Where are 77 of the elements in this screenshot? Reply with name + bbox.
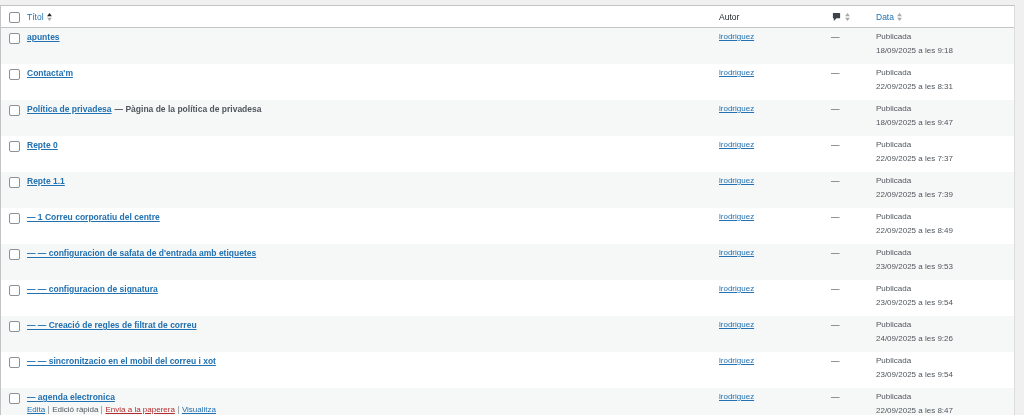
post-date: 24/09/2025 a les 9:26 bbox=[876, 334, 953, 343]
post-status: Publicada bbox=[876, 320, 912, 329]
row-checkbox[interactable] bbox=[8, 393, 20, 404]
author-link[interactable]: lrodriguez bbox=[719, 392, 755, 401]
author-link[interactable]: lrodriguez bbox=[719, 284, 755, 293]
post-title-link[interactable]: — — Creació de regles de filtrat de correu bbox=[27, 320, 197, 330]
post-date: 22/09/2025 a les 8:47 bbox=[876, 406, 953, 415]
row-checkbox[interactable] bbox=[8, 69, 20, 80]
column-header-link[interactable]: Títol bbox=[27, 11, 44, 22]
post-date: 22/09/2025 a les 8:31 bbox=[876, 82, 953, 91]
author-link[interactable]: lrodriguez bbox=[719, 356, 755, 365]
post-status: Publicada bbox=[876, 212, 912, 221]
author-link[interactable]: lrodriguez bbox=[719, 140, 755, 149]
post-status: Publicada bbox=[876, 248, 912, 257]
row-checkbox[interactable] bbox=[8, 33, 20, 44]
column-header: Autor bbox=[719, 11, 740, 22]
comment-count: — bbox=[831, 320, 840, 330]
post-status: Publicada bbox=[876, 68, 912, 77]
post-status: Publicada bbox=[876, 356, 912, 365]
post-title-link[interactable]: apuntes bbox=[27, 32, 60, 42]
comment-count: — bbox=[831, 284, 840, 294]
row-checkbox[interactable] bbox=[8, 177, 20, 188]
comment-bubble-icon[interactable] bbox=[832, 12, 841, 21]
comment-count: — bbox=[831, 176, 840, 186]
comment-count: — bbox=[831, 248, 840, 258]
sort-icon[interactable] bbox=[46, 12, 52, 21]
post-date: 23/09/2025 a les 9:54 bbox=[876, 298, 953, 307]
post-date: 23/09/2025 a les 9:54 bbox=[876, 370, 953, 379]
author-link[interactable]: lrodriguez bbox=[719, 212, 755, 221]
comment-count: — bbox=[831, 212, 840, 222]
post-status: Publicada bbox=[876, 104, 912, 113]
author-link[interactable]: lrodriguez bbox=[719, 68, 755, 77]
comment-count: — bbox=[831, 32, 840, 42]
post-date: 22/09/2025 a les 7:37 bbox=[876, 154, 953, 163]
row-checkbox[interactable] bbox=[8, 105, 20, 116]
comment-count: — bbox=[831, 104, 840, 114]
column-header-link[interactable]: Data bbox=[876, 11, 894, 22]
post-state: — Pàgina de la política de privadesa bbox=[114, 104, 262, 114]
comment-count: — bbox=[831, 392, 840, 402]
quick-edit-button[interactable]: Edició ràpida bbox=[52, 405, 99, 415]
post-status: Publicada bbox=[876, 176, 912, 185]
post-date: 22/09/2025 a les 8:49 bbox=[876, 226, 953, 235]
post-date: 23/09/2025 a les 9:53 bbox=[876, 262, 953, 271]
row-checkbox[interactable] bbox=[8, 321, 20, 332]
row-checkbox[interactable] bbox=[8, 357, 20, 368]
post-title-link[interactable]: — — sincronitzacio en el mobil del correu i xot bbox=[27, 356, 216, 366]
comment-count: — bbox=[831, 68, 840, 78]
post-status: Publicada bbox=[876, 32, 912, 41]
comment-count: — bbox=[831, 140, 840, 150]
post-title-link[interactable]: Contacta'm bbox=[27, 68, 73, 78]
select-all-checkbox[interactable] bbox=[8, 11, 20, 23]
author-link[interactable]: lrodriguez bbox=[719, 32, 755, 41]
row-checkbox[interactable] bbox=[8, 285, 20, 296]
post-title-link[interactable]: Repte 0 bbox=[27, 140, 58, 150]
post-title-link[interactable]: Política de privadesa bbox=[27, 104, 112, 114]
post-status: Publicada bbox=[876, 392, 912, 401]
author-link[interactable]: lrodriguez bbox=[719, 248, 755, 257]
post-title-link[interactable]: Repte 1.1 bbox=[27, 176, 65, 186]
row-action-link[interactable]: Edita bbox=[27, 405, 46, 415]
row-action-link[interactable]: Visualitza bbox=[181, 405, 216, 415]
post-status: Publicada bbox=[876, 140, 912, 149]
comment-count: — bbox=[831, 356, 840, 366]
author-link[interactable]: lrodriguez bbox=[719, 320, 755, 329]
post-title-link[interactable]: — 1 Correu corporatiu del centre bbox=[27, 212, 160, 222]
post-title-link[interactable]: — — configuracion de safata de d'entrada amb etiquetes bbox=[27, 248, 257, 258]
row-checkbox[interactable] bbox=[8, 141, 20, 152]
row-checkbox[interactable] bbox=[8, 249, 20, 260]
row-checkbox[interactable] bbox=[8, 213, 20, 224]
post-title-link[interactable]: — agenda electronica bbox=[27, 392, 115, 402]
post-title-link[interactable]: — — configuracion de signatura bbox=[27, 284, 158, 294]
author-link[interactable]: lrodriguez bbox=[719, 104, 755, 113]
post-status: Publicada bbox=[876, 284, 912, 293]
post-date: 18/09/2025 a les 9:18 bbox=[876, 46, 953, 55]
post-date: 22/09/2025 a les 7:39 bbox=[876, 190, 953, 199]
author-link[interactable]: lrodriguez bbox=[719, 176, 755, 185]
trash-link[interactable]: Envia a la paperera bbox=[105, 405, 175, 415]
post-date: 18/09/2025 a les 9:47 bbox=[876, 118, 953, 127]
